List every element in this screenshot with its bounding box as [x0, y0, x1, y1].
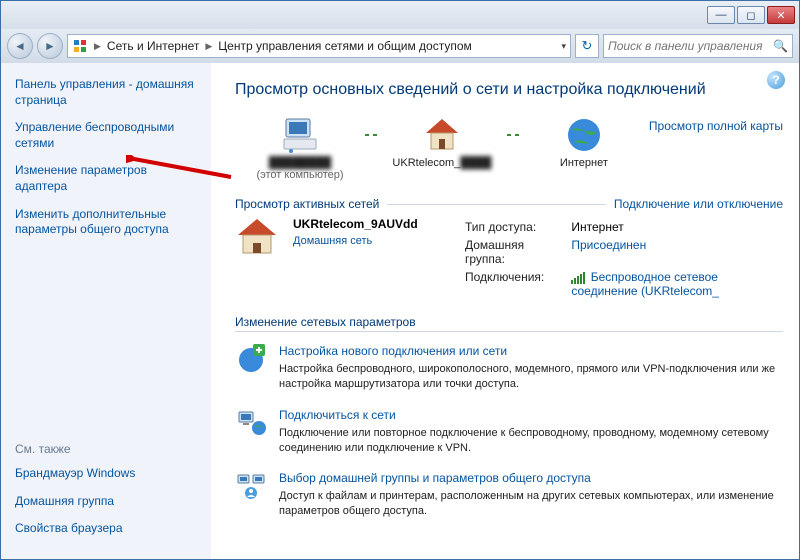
main-content: ? Просмотр основных сведений о сети и на…: [211, 63, 799, 559]
signal-bars-icon: [571, 272, 585, 284]
task-homegroup-link[interactable]: Выбор домашней группы и параметров общег…: [279, 471, 591, 485]
computer-icon: [235, 113, 365, 157]
connect-disconnect-link[interactable]: Подключение или отключение: [614, 197, 783, 211]
window: — ◻ ✕ ◄ ► ▶ Сеть и Интернет ▶ Центр упра…: [0, 0, 800, 560]
active-net-name: UKRtelecom_9AUVdd: [293, 217, 443, 231]
prop-access-label: Тип доступа:: [459, 219, 563, 235]
active-networks-label: Просмотр активных сетей: [235, 197, 379, 211]
page-heading: Просмотр основных сведений о сети и наст…: [235, 81, 783, 99]
task-connect-desc: Подключение или повторное подключение к …: [279, 426, 783, 456]
titlebar: — ◻ ✕: [1, 1, 799, 29]
connect-network-icon: [235, 406, 267, 438]
new-connection-icon: [235, 342, 267, 374]
nav-back-button[interactable]: ◄: [7, 33, 33, 59]
sidebar-item-wireless[interactable]: Управление беспроводными сетями: [15, 120, 201, 151]
map-node-internet: Интернет: [519, 113, 649, 169]
refresh-button[interactable]: ↻: [575, 34, 599, 58]
sidebar-item-adapters[interactable]: Изменение параметров адаптера: [15, 163, 201, 194]
minimize-button[interactable]: —: [707, 6, 735, 24]
change-settings-heading: Изменение сетевых параметров: [235, 315, 783, 329]
search-icon: 🔍: [773, 39, 788, 53]
see-also-label: См. также: [15, 442, 201, 456]
chevron-right-icon: ▶: [205, 41, 212, 52]
breadcrumb-seg-1[interactable]: Сеть и Интернет: [107, 39, 199, 53]
map-node-pc: ████████ (этот компьютер): [235, 113, 365, 181]
maximize-button[interactable]: ◻: [737, 6, 765, 24]
chevron-right-icon: ▶: [94, 41, 101, 52]
homegroup-icon: [235, 469, 267, 501]
network-center-icon: [72, 38, 88, 54]
task-connect: Подключиться к сети Подключение или повт…: [235, 406, 783, 456]
active-net-properties: Тип доступа: Интернет Домашняя группа: П…: [457, 217, 783, 301]
breadcrumb-seg-2[interactable]: Центр управления сетями и общим доступом: [218, 39, 472, 53]
sidebar-item-firewall[interactable]: Брандмауэр Windows: [15, 466, 201, 482]
task-connect-link[interactable]: Подключиться к сети: [279, 408, 396, 422]
map-node-pc-name: ████████: [235, 157, 365, 169]
map-node-network: UKRtelecom_████: [377, 113, 507, 169]
sidebar-item-homegroup[interactable]: Домашняя группа: [15, 494, 201, 510]
help-icon[interactable]: ?: [767, 71, 785, 89]
task-homegroup-desc: Доступ к файлам и принтерам, расположенн…: [279, 489, 783, 519]
address-bar-row: ◄ ► ▶ Сеть и Интернет ▶ Центр управления…: [1, 29, 799, 63]
map-node-internet-name: Интернет: [519, 157, 649, 169]
active-net-type-link[interactable]: Домашняя сеть: [293, 235, 372, 247]
prop-homegroup-label: Домашняя группа:: [459, 237, 563, 267]
sidebar-item-sharing[interactable]: Изменить дополнительные параметры общего…: [15, 207, 201, 238]
prop-connection-link[interactable]: Беспроводное сетевое соединение (UKRtele…: [571, 270, 719, 298]
map-node-network-name: UKRtelecom_████: [377, 157, 507, 169]
close-button[interactable]: ✕: [767, 6, 795, 24]
house-icon: [377, 113, 507, 157]
sidebar: Панель управления - домашняя страница Уп…: [1, 63, 211, 559]
task-new-connection-link[interactable]: Настройка нового подключения или сети: [279, 344, 507, 358]
task-new-connection-desc: Настройка беспроводного, широкополосного…: [279, 362, 783, 392]
map-connector: [507, 113, 519, 157]
map-node-pc-sub: (этот компьютер): [235, 169, 365, 181]
house-icon: [235, 217, 279, 257]
nav-forward-button[interactable]: ►: [37, 33, 63, 59]
prop-homegroup-value-link[interactable]: Присоединен: [571, 238, 646, 252]
breadcrumb[interactable]: ▶ Сеть и Интернет ▶ Центр управления сет…: [67, 34, 571, 58]
task-homegroup: Выбор домашней группы и параметров общег…: [235, 469, 783, 519]
prop-access-value: Интернет: [565, 219, 781, 235]
view-full-map-link[interactable]: Просмотр полной карты: [649, 119, 783, 133]
sidebar-item-home[interactable]: Панель управления - домашняя страница: [15, 77, 201, 108]
sidebar-item-browser[interactable]: Свойства браузера: [15, 521, 201, 537]
globe-icon: [519, 113, 649, 157]
task-new-connection: Настройка нового подключения или сети На…: [235, 342, 783, 392]
map-connector: [365, 113, 377, 157]
search-input[interactable]: [608, 39, 773, 53]
breadcrumb-dropdown-icon[interactable]: ▾: [561, 41, 566, 52]
search-box[interactable]: 🔍: [603, 34, 793, 58]
prop-connections-label: Подключения:: [459, 269, 563, 299]
